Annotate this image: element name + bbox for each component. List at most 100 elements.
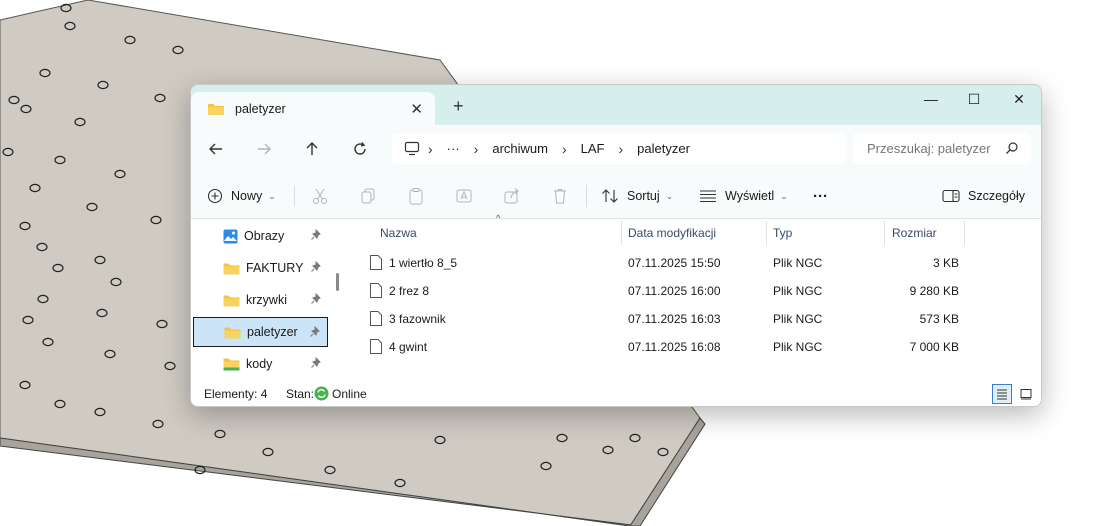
- paste-button[interactable]: [407, 183, 425, 209]
- sidebar-item-obrazy[interactable]: Obrazy: [193, 221, 328, 251]
- sidebar-item-krzywki[interactable]: krzywki: [193, 285, 328, 315]
- pictures-icon: [223, 229, 238, 243]
- file-row[interactable]: 1 wiertło 8_5 07.11.2025 15:50 Plik NGC …: [364, 249, 964, 277]
- folder-green-icon: [223, 358, 240, 371]
- search-box[interactable]: [853, 133, 1031, 164]
- file-explorer-window: paletyzer ✕ + — ☐ ✕ › ··· › archiwum › L…: [190, 84, 1042, 407]
- sidebar-scrollbar[interactable]: [336, 273, 339, 291]
- column-header-name[interactable]: Nazwa: [380, 219, 417, 247]
- view-label: Wyświetl: [725, 189, 775, 203]
- sort-icon: [602, 189, 618, 203]
- new-tab-button[interactable]: +: [453, 97, 464, 115]
- file-icon: [370, 283, 382, 298]
- breadcrumb-ellipsis[interactable]: ···: [447, 141, 460, 156]
- scissors-icon: [313, 188, 327, 204]
- column-header-type[interactable]: Typ: [773, 219, 792, 247]
- maximize-button[interactable]: ☐: [964, 91, 984, 108]
- details-label: Szczegóły: [968, 189, 1025, 203]
- sidebar-item-paletyzer[interactable]: paletyzer: [193, 317, 328, 347]
- file-list: ^ Nazwa Data modyfikacji Typ Rozmiar 1 w…: [346, 213, 1041, 379]
- file-name: 4 gwint: [389, 340, 428, 354]
- sort-button[interactable]: Sortuj ⌄: [601, 183, 673, 209]
- file-row[interactable]: 3 fazownik 07.11.2025 16:03 Plik NGC 573…: [364, 305, 964, 333]
- tab-paletyzer[interactable]: paletyzer ✕: [191, 92, 435, 125]
- breadcrumb-paletyzer[interactable]: paletyzer: [637, 141, 690, 156]
- plus-circle-icon: [207, 188, 223, 204]
- chevron-right-icon: ›: [473, 140, 479, 157]
- details-view-icon: [997, 389, 1007, 400]
- details-pane-button[interactable]: Szczegóły: [942, 183, 1025, 209]
- file-size: 9 280 KB: [909, 284, 959, 298]
- folder-icon: [208, 103, 224, 115]
- sidebar-item-label: Obrazy: [244, 229, 285, 243]
- title-bar: paletyzer ✕ + — ☐ ✕: [191, 85, 1041, 125]
- copy-button[interactable]: [359, 183, 377, 209]
- status-bar: Elementy: 4 Stan: Online: [191, 379, 1041, 406]
- breadcrumb-archiwum[interactable]: archiwum: [492, 141, 548, 156]
- rename-button[interactable]: [455, 183, 473, 209]
- pin-icon: [311, 293, 321, 304]
- up-button[interactable]: [301, 138, 323, 160]
- search-icon: [1006, 142, 1018, 154]
- file-type: Plik NGC: [773, 340, 823, 354]
- sync-online-icon: [314, 386, 329, 401]
- pin-icon: [310, 326, 320, 337]
- status-label: Stan:: [286, 387, 315, 401]
- column-divider[interactable]: [884, 221, 885, 245]
- file-size: 7 000 KB: [909, 340, 959, 354]
- sidebar-item-label: paletyzer: [247, 325, 298, 339]
- view-button[interactable]: Wyświetl ⌄: [699, 183, 788, 209]
- file-size: 573 KB: [919, 312, 959, 326]
- breadcrumb-laf[interactable]: LAF: [581, 141, 605, 156]
- new-button[interactable]: Nowy ⌄: [207, 183, 276, 209]
- address-bar: › ··· › archiwum › LAF › paletyzer: [191, 125, 1041, 173]
- file-row[interactable]: 4 gwint 07.11.2025 16:08 Plik NGC 7 000 …: [364, 333, 964, 361]
- search-input[interactable]: [867, 141, 995, 156]
- arrow-up-icon: [306, 142, 318, 155]
- file-name: 2 frez 8: [389, 284, 430, 298]
- delete-button[interactable]: [551, 183, 569, 209]
- arrow-left-icon: [209, 143, 222, 155]
- large-icons-view-button[interactable]: [1016, 384, 1036, 404]
- back-button[interactable]: [205, 138, 227, 160]
- sidebar-item-faktury[interactable]: FAKTURY: [193, 253, 328, 283]
- file-type: Plik NGC: [773, 256, 823, 270]
- pin-icon: [311, 261, 321, 272]
- file-name: 1 wiertło 8_5: [389, 256, 458, 270]
- command-bar: Nowy ⌄ Sortuj ⌄ Wyświetl ⌄ ··· Szczegóły: [191, 173, 1041, 219]
- refresh-button[interactable]: [349, 138, 371, 160]
- divider: [294, 185, 295, 207]
- status-value: Online: [332, 387, 367, 401]
- column-divider[interactable]: [964, 221, 965, 245]
- column-header-modified[interactable]: Data modyfikacji: [628, 219, 716, 247]
- chevron-right-icon: ›: [561, 140, 567, 157]
- breadcrumb[interactable]: › ··· › archiwum › LAF › paletyzer: [392, 133, 846, 164]
- details-view-button[interactable]: [992, 384, 1012, 404]
- item-count: Elementy: 4: [204, 387, 268, 401]
- file-row[interactable]: 2 frez 8 07.11.2025 16:00 Plik NGC 9 280…: [364, 277, 964, 305]
- column-divider[interactable]: [766, 221, 767, 245]
- sort-ascending-icon: ^: [496, 213, 501, 223]
- forward-button[interactable]: [253, 138, 275, 160]
- trash-icon: [554, 189, 566, 204]
- minimize-button[interactable]: —: [921, 91, 941, 107]
- share-button[interactable]: [503, 183, 521, 209]
- window-close-button[interactable]: ✕: [1009, 91, 1029, 108]
- folder-icon: [223, 263, 240, 274]
- chevron-right-icon: ›: [618, 140, 624, 157]
- file-modified: 07.11.2025 16:00: [628, 284, 721, 298]
- column-divider[interactable]: [621, 221, 622, 245]
- more-options-button[interactable]: ···: [813, 183, 828, 209]
- sidebar-item-kody[interactable]: kody: [193, 349, 328, 379]
- file-type: Plik NGC: [773, 312, 823, 326]
- cut-button[interactable]: [311, 183, 329, 209]
- close-tab-icon[interactable]: ✕: [410, 100, 423, 118]
- chevron-down-icon: ⌄: [665, 190, 674, 201]
- clipboard-icon: [409, 188, 423, 205]
- pin-icon: [311, 229, 321, 240]
- sort-label: Sortuj: [627, 189, 660, 203]
- column-header-size[interactable]: Rozmiar: [892, 219, 937, 247]
- file-size: 3 KB: [932, 256, 959, 270]
- chevron-right-icon: ›: [428, 140, 433, 157]
- details-pane-icon: [942, 189, 960, 203]
